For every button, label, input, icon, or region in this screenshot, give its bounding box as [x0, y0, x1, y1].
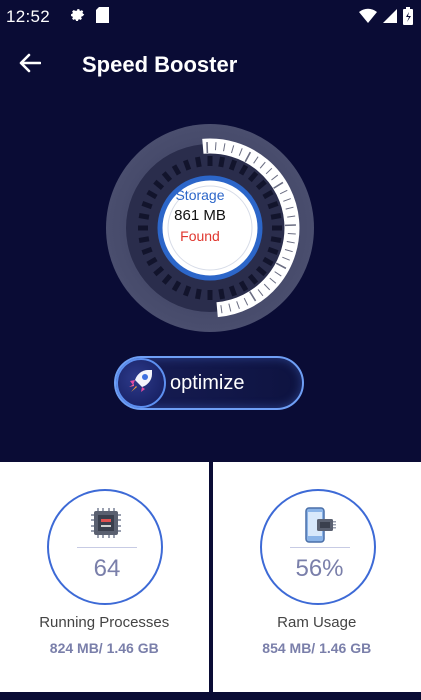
gauge-tick: [195, 288, 202, 300]
gauge-tick: [141, 246, 153, 255]
wifi-icon: [359, 8, 377, 29]
storage-gauge: [104, 122, 316, 334]
card-divider: [77, 547, 137, 548]
card-divider: [289, 547, 350, 548]
running-processes-card[interactable]: 64 Running Processes 824 MB/ 1.46 GB: [0, 462, 209, 692]
ram-usage-circle: 56%: [259, 489, 376, 605]
gauge-tick: [228, 159, 237, 171]
gauge-tick: [195, 156, 202, 168]
status-bar: 12:52: [0, 0, 421, 34]
gear-icon: [70, 7, 86, 28]
gauge-tick: [270, 213, 282, 220]
ram-usage-label: Ram Usage: [277, 614, 357, 631]
status-right: [359, 7, 413, 30]
gauge-tick: [267, 246, 279, 255]
gauge-tick: [183, 285, 192, 297]
ram-usage-value: 56%: [295, 555, 344, 582]
battery-icon: [403, 7, 413, 30]
status-left: 12:52: [6, 6, 110, 28]
arrow-left-icon: [19, 53, 42, 78]
phone-chip-icon: [303, 507, 337, 548]
running-processes-value: 64: [93, 555, 121, 582]
gauge-arc-tick: [287, 232, 296, 235]
ram-usage-memory: 854 MB/ 1.46 GB: [262, 640, 372, 656]
optimize-label: optimize: [170, 371, 245, 394]
gauge-tick: [141, 201, 153, 210]
sd-card-icon: [96, 6, 110, 28]
back-button[interactable]: [0, 36, 60, 94]
cpu-chip-icon: [90, 507, 122, 544]
gauge-tick: [183, 159, 192, 171]
running-processes-memory: 824 MB/ 1.46 GB: [49, 640, 159, 656]
bottom-strip: [0, 692, 421, 700]
stats-cards: 64 Running Processes 824 MB/ 1.46 GB 56%…: [0, 462, 421, 692]
gauge-tick: [218, 288, 225, 300]
running-processes-label: Running Processes: [39, 614, 170, 631]
gauge-tick: [138, 213, 150, 220]
ram-usage-card[interactable]: 56% Ram Usage 854 MB/ 1.46 GB: [212, 462, 421, 692]
running-processes-circle: 64: [47, 489, 163, 605]
page-title: Speed Booster: [82, 52, 238, 77]
rocket-badge: [116, 358, 166, 408]
gauge-tick: [228, 285, 237, 297]
app-bar: Speed Booster: [0, 36, 421, 94]
gauge-tick: [267, 201, 279, 210]
gauge-tick: [270, 236, 282, 243]
status-time: 12:52: [6, 7, 51, 26]
gauge-tick: [218, 156, 225, 168]
gauge-tick: [138, 236, 150, 243]
signal-icon: [383, 8, 397, 29]
optimize-button[interactable]: optimize: [114, 356, 304, 410]
rocket-icon: [124, 364, 158, 403]
gauge-center-disc: [157, 175, 263, 281]
gauge-arc-tick: [214, 142, 217, 151]
